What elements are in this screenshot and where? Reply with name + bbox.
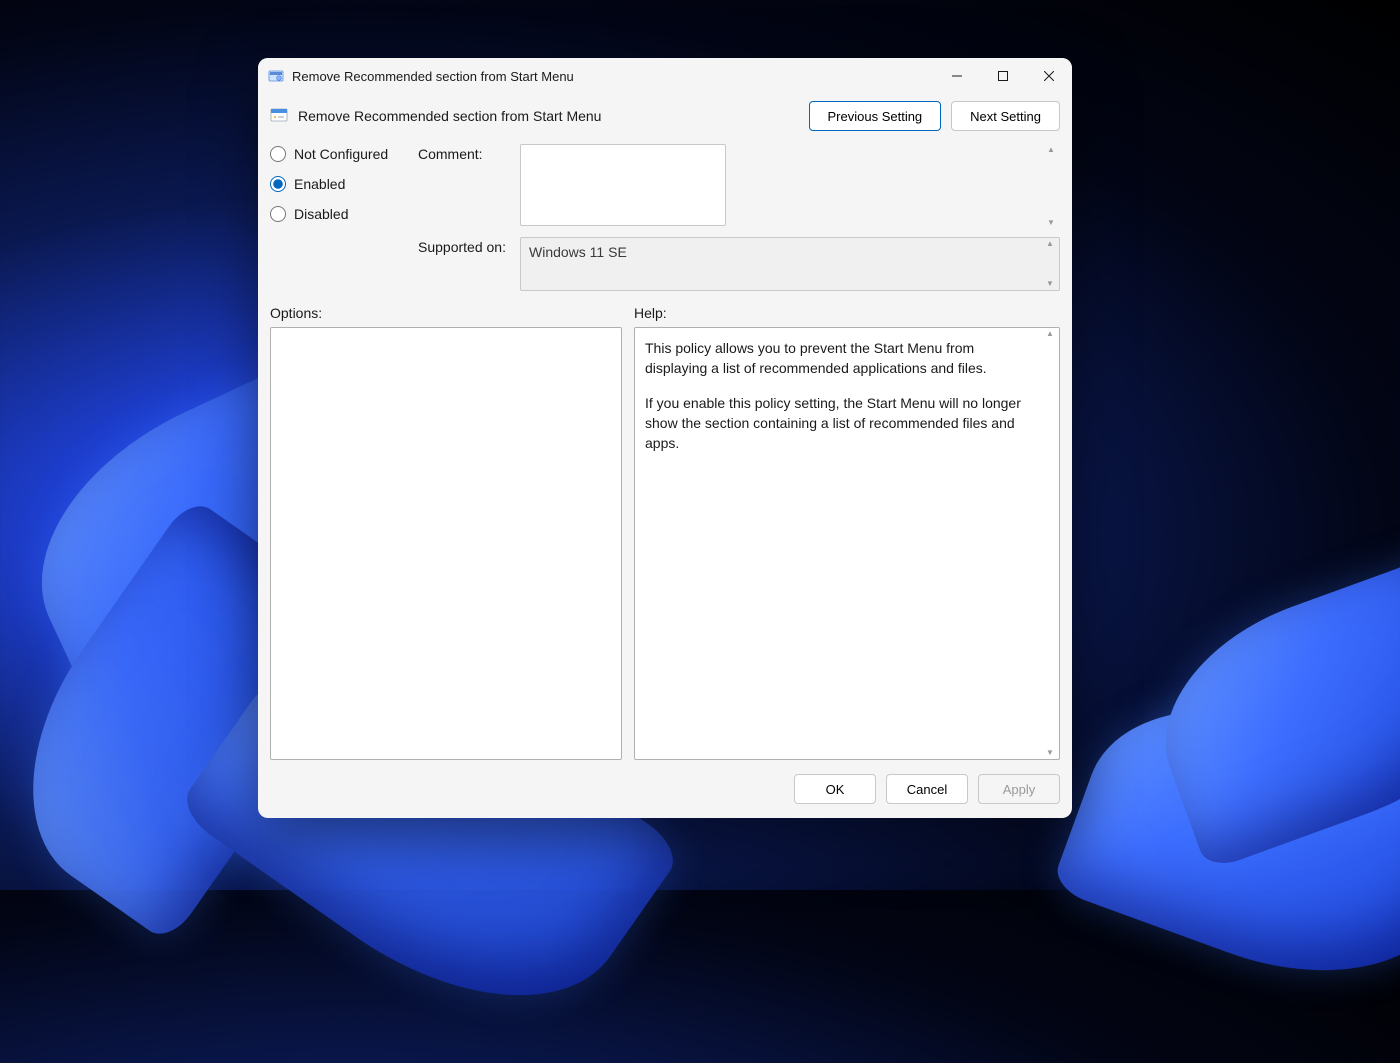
window-title: Remove Recommended section from Start Me… bbox=[292, 69, 574, 84]
help-paragraph-1: This policy allows you to prevent the St… bbox=[645, 338, 1035, 379]
window-controls bbox=[934, 58, 1072, 94]
next-setting-button[interactable]: Next Setting bbox=[951, 101, 1060, 131]
state-radio-group: Not Configured Enabled Disabled bbox=[270, 144, 410, 291]
help-text: This policy allows you to prevent the St… bbox=[645, 338, 1035, 453]
comment-scroll-indicator: ▲ ▼ bbox=[1044, 146, 1058, 227]
pane-labels: Options: Help: bbox=[258, 301, 1072, 327]
radio-not-configured[interactable]: Not Configured bbox=[270, 146, 410, 162]
panes-row: This policy allows you to prevent the St… bbox=[258, 327, 1072, 760]
radio-disabled-input[interactable] bbox=[270, 206, 286, 222]
supported-scroll-indicator: ▲ ▼ bbox=[1043, 240, 1057, 288]
comment-input[interactable] bbox=[520, 144, 726, 226]
ok-button[interactable]: OK bbox=[794, 774, 876, 804]
radio-enabled-label[interactable]: Enabled bbox=[294, 176, 345, 192]
radio-not-configured-input[interactable] bbox=[270, 146, 286, 162]
group-policy-dialog: Remove Recommended section from Start Me… bbox=[258, 58, 1072, 818]
apply-button: Apply bbox=[978, 774, 1060, 804]
options-pane bbox=[270, 327, 622, 760]
radio-not-configured-label[interactable]: Not Configured bbox=[294, 146, 388, 162]
supported-on-value: Windows 11 SE ▲ ▼ bbox=[520, 237, 1060, 291]
radio-disabled[interactable]: Disabled bbox=[270, 206, 410, 222]
cancel-button[interactable]: Cancel bbox=[886, 774, 968, 804]
dialog-footer: OK Cancel Apply bbox=[258, 760, 1072, 818]
close-button[interactable] bbox=[1026, 58, 1072, 94]
radio-enabled[interactable]: Enabled bbox=[270, 176, 410, 192]
help-label: Help: bbox=[634, 305, 667, 321]
radio-disabled-label[interactable]: Disabled bbox=[294, 206, 348, 222]
maximize-button[interactable] bbox=[980, 58, 1026, 94]
radio-enabled-input[interactable] bbox=[270, 176, 286, 192]
supported-on-label: Supported on: bbox=[418, 237, 510, 255]
configuration-area: Not Configured Enabled Disabled Comment:… bbox=[258, 138, 1072, 301]
help-scroll-indicator: ▲ ▼ bbox=[1043, 330, 1057, 757]
help-pane: This policy allows you to prevent the St… bbox=[634, 327, 1060, 760]
policy-setting-icon bbox=[270, 107, 288, 125]
app-icon bbox=[268, 68, 284, 84]
titlebar: Remove Recommended section from Start Me… bbox=[258, 58, 1072, 94]
comment-label: Comment: bbox=[418, 144, 510, 162]
policy-toolbar: Remove Recommended section from Start Me… bbox=[258, 94, 1072, 138]
options-label: Options: bbox=[270, 305, 634, 321]
help-paragraph-2: If you enable this policy setting, the S… bbox=[645, 393, 1035, 454]
policy-name: Remove Recommended section from Start Me… bbox=[298, 108, 601, 124]
previous-setting-button[interactable]: Previous Setting bbox=[809, 101, 942, 131]
meta-fields: Comment: ▲ ▼ Supported on: Windows 11 SE… bbox=[418, 144, 1060, 291]
minimize-button[interactable] bbox=[934, 58, 980, 94]
